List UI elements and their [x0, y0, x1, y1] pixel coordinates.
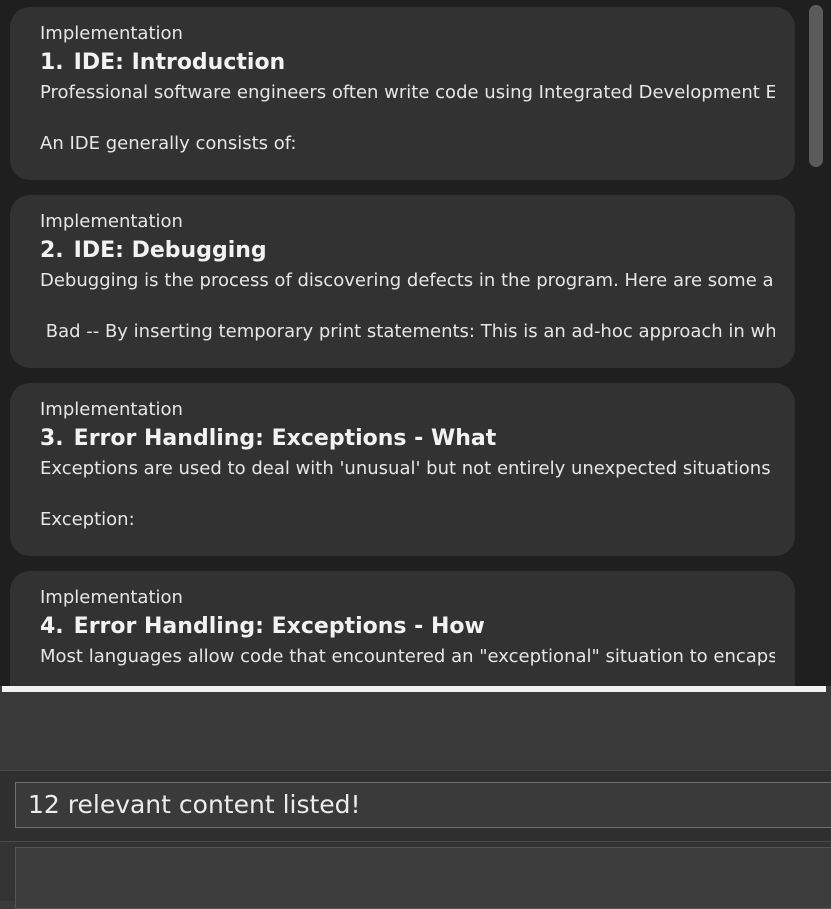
card-category: Implementation — [40, 399, 183, 420]
blank-panel — [0, 692, 831, 770]
card-title-text: IDE: Introduction — [73, 50, 286, 75]
card-title-text: IDE: Debugging — [73, 238, 267, 263]
content-card-list: Implementation 1. IDE: Introduction Profe… — [10, 7, 795, 686]
card-index: 2. — [40, 238, 64, 263]
card-index: 3. — [40, 426, 64, 451]
card-title-text: Error Handling: Exceptions - What — [73, 426, 497, 451]
card-category: Implementation — [40, 23, 183, 44]
content-card[interactable]: Implementation 2. IDE: Debugging Debuggin… — [10, 195, 795, 368]
card-description: Most languages allow code that encounter… — [40, 646, 775, 667]
card-extra-line: An IDE generally consists of: — [40, 133, 297, 154]
card-title: 3. Error Handling: Exceptions - What — [40, 424, 775, 454]
card-index: 1. — [40, 50, 64, 75]
command-area — [0, 841, 831, 909]
card-title-text: Error Handling: Exceptions - How — [73, 614, 485, 639]
content-card[interactable]: Implementation 3. Error Handling: Excepti… — [10, 383, 795, 556]
card-description: Professional software engineers often wr… — [40, 82, 775, 103]
card-extra-line: Bad -- By inserting temporary print stat… — [40, 321, 775, 342]
card-title: 4. Error Handling: Exceptions - How — [40, 612, 775, 642]
list-scrollbar[interactable] — [803, 0, 831, 686]
card-title: 1. IDE: Introduction — [40, 48, 775, 78]
result-display: 12 relevant content listed! — [15, 782, 831, 828]
content-card[interactable]: Implementation 4. Error Handling: Excepti… — [10, 571, 795, 686]
card-title: 2. IDE: Debugging — [40, 236, 775, 266]
card-description: Exceptions are used to deal with 'unusua… — [40, 458, 775, 479]
result-display-area: 12 relevant content listed! — [0, 770, 831, 841]
content-card[interactable]: Implementation 1. IDE: Introduction Profe… — [10, 7, 795, 180]
card-category: Implementation — [40, 587, 183, 608]
scrollbar-thumb[interactable] — [809, 5, 823, 167]
card-category: Implementation — [40, 211, 183, 232]
card-index: 4. — [40, 614, 64, 639]
content-list-pane[interactable]: Implementation 1. IDE: Introduction Profe… — [0, 0, 831, 686]
card-description: Debugging is the process of discovering … — [40, 270, 775, 291]
card-extra-line: Exception: — [40, 509, 135, 530]
